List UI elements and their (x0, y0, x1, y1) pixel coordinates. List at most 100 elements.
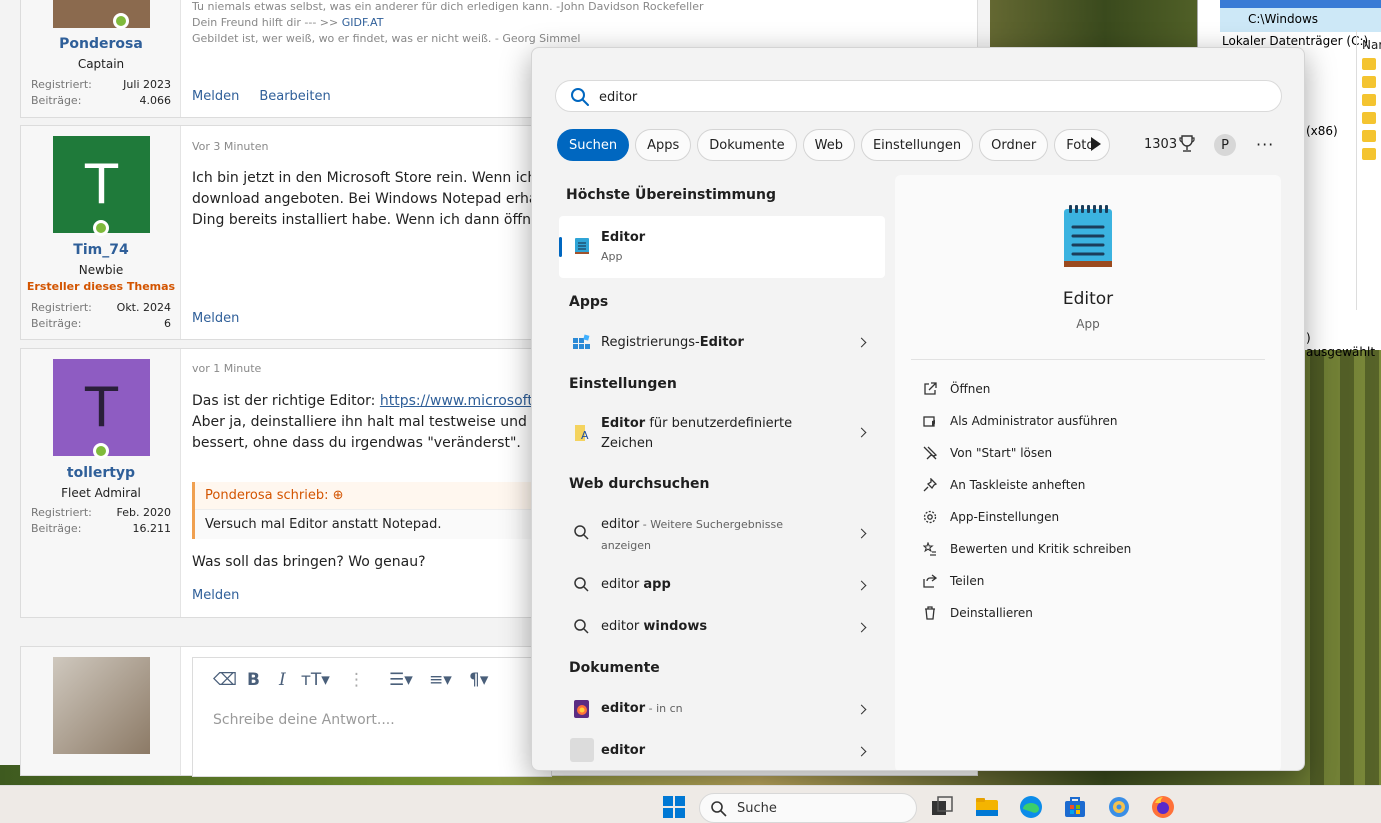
avatar[interactable]: T (53, 136, 150, 233)
trophy-icon[interactable] (1179, 135, 1195, 153)
more-vertical-icon[interactable]: ⋮ (348, 670, 365, 690)
align-icon[interactable]: ≡▾ (429, 670, 452, 690)
windows-start-icon[interactable] (662, 795, 686, 819)
profile-avatar[interactable]: P (1214, 134, 1236, 156)
avatar[interactable] (53, 0, 150, 28)
post-user-panel: Ponderosa Captain Registriert: Juli 2023… (21, 0, 181, 117)
task-view-icon[interactable] (930, 795, 954, 819)
document-result-editor[interactable]: editor (559, 735, 885, 769)
edge-browser-icon[interactable] (1019, 795, 1043, 819)
action-label: Als Administrator ausführen (950, 414, 1118, 428)
svg-text:A: A (581, 429, 589, 442)
action-share[interactable]: Teilen (921, 569, 1261, 593)
web-result-editor-app[interactable]: editor app (559, 569, 885, 603)
user-rank: Captain (77, 57, 125, 71)
filter-tab-documents[interactable]: Dokumente (697, 129, 797, 161)
username[interactable]: Ponderosa (21, 36, 181, 52)
settings-result-text: für benutzerdefinierte (645, 416, 793, 431)
quote-author[interactable]: Ponderosa schrieb: ⊕ (195, 482, 552, 510)
edit-link[interactable]: Bearbeiten (259, 89, 330, 104)
web-result-text: editor (601, 577, 644, 592)
web-result-more[interactable]: editor - Weitere Suchergebnisse anzeigen (559, 510, 885, 556)
action-uninstall[interactable]: Deinstallieren (921, 601, 1261, 625)
action-label: Teilen (950, 574, 985, 588)
registered-value: Juli 2023 (123, 78, 171, 91)
trash-icon (921, 604, 939, 622)
filter-tab-photos[interactable]: Foto (1054, 129, 1111, 161)
search-icon (571, 88, 589, 106)
user-registered: Registriert: Feb. 2020 (31, 506, 171, 519)
folder-icon (1362, 130, 1376, 142)
file-explorer-icon[interactable] (975, 795, 999, 819)
web-result-text: - Weitere Suchergebnisse (639, 518, 783, 531)
filter-tab-web[interactable]: Web (802, 129, 855, 161)
chevron-right-icon (856, 427, 867, 438)
post-link[interactable]: https://www.microsoft.co (380, 393, 554, 409)
taskbar-search[interactable]: Suche (699, 793, 917, 823)
filter-tab-apps[interactable]: Apps (635, 129, 692, 161)
detail-app-name: Editor (1062, 289, 1114, 309)
action-label: Von "Start" lösen (950, 446, 1053, 460)
posts-label: Beiträge: (31, 94, 82, 107)
report-link[interactable]: Melden (192, 588, 239, 603)
text-size-icon[interactable]: тT▾ (301, 670, 330, 690)
app-result-highlight: Editor (699, 335, 744, 350)
web-result-editor-windows[interactable]: editor windows (559, 611, 885, 645)
filter-tab-settings[interactable]: Einstellungen (860, 129, 974, 161)
post-timestamp[interactable]: vor 1 Minute (192, 362, 261, 375)
explorer-file-column (1356, 30, 1381, 310)
folder-icon (1362, 112, 1376, 124)
post-timestamp[interactable]: Vor 3 Minuten (192, 140, 268, 153)
report-link[interactable]: Melden (192, 311, 239, 326)
action-open[interactable]: Öffnen (921, 377, 1261, 401)
explorer-folder-title[interactable]: C:\Windows (1220, 8, 1381, 32)
avatar[interactable] (53, 657, 150, 754)
action-pin-taskbar[interactable]: An Taskleiste anheften (921, 473, 1261, 497)
web-result-highlight: app (643, 577, 671, 592)
chevron-right-icon (856, 622, 867, 633)
registered-label: Registriert: (31, 78, 92, 91)
search-input[interactable] (599, 87, 1259, 107)
reply-editor-box[interactable]: ⌫ B I тT▾ ⋮ ☰▾ ≡▾ ¶▾ Schreibe deine Antw… (192, 657, 552, 777)
bold-icon[interactable]: B (247, 670, 260, 690)
app-result-registry-editor[interactable]: Registrierungs-Editor (559, 326, 885, 360)
more-options-icon[interactable]: ··· (1256, 135, 1274, 154)
filter-tab-folders[interactable]: Ordner (979, 129, 1049, 161)
post-actions: Melden (192, 588, 239, 603)
list-icon[interactable]: ☰▾ (389, 670, 413, 690)
microsoft-store-icon[interactable] (1063, 795, 1087, 819)
best-match-result[interactable]: Editor App (559, 216, 885, 278)
document-result-highlight: editor (601, 701, 646, 716)
reply-placeholder[interactable]: Schreibe deine Antwort.... (213, 712, 395, 728)
action-app-settings[interactable]: App-Einstellungen (921, 505, 1261, 529)
settings-app-icon[interactable] (1107, 795, 1131, 819)
italic-icon[interactable]: I (279, 670, 286, 690)
open-icon (921, 380, 939, 398)
eraser-icon[interactable]: ⌫ (213, 670, 237, 690)
start-search-box[interactable] (555, 80, 1282, 112)
rewards-points[interactable]: 1303 (1144, 137, 1177, 152)
post-text-line: download angeboten. Bei Windows Notepad … (192, 191, 547, 207)
arrow-up-circle-icon[interactable]: ⊕ (333, 488, 344, 503)
action-unpin-start[interactable]: Von "Start" lösen (921, 441, 1261, 465)
signature-link[interactable]: GIDF.AT (342, 16, 384, 29)
filter-tab-search[interactable]: Suchen (557, 129, 630, 161)
action-run-as-admin[interactable]: Als Administrator ausführen (921, 409, 1261, 433)
paragraph-icon[interactable]: ¶▾ (469, 670, 488, 690)
username[interactable]: tollertyp (21, 465, 181, 481)
settings-result-character-editor[interactable]: A Editor für benutzerdefinierte Zeichen (559, 408, 885, 458)
firefox-icon[interactable] (1151, 795, 1175, 819)
username[interactable]: Tim_74 (21, 242, 181, 258)
report-link[interactable]: Melden (192, 89, 239, 104)
avatar[interactable]: T (53, 359, 150, 456)
post-text: Das ist der richtige Editor: (192, 393, 380, 409)
explorer-name-column-header[interactable]: Nar (1362, 38, 1381, 52)
explorer-drive-label[interactable]: Lokaler Datenträger (C:) (1222, 34, 1368, 48)
document-result-firefox[interactable]: editor - in cn (559, 693, 885, 727)
action-rate-review[interactable]: Bewerten und Kritik schreiben (921, 537, 1261, 561)
post-text-line: Aber ja, deinstalliere ihn halt mal test… (192, 414, 557, 430)
post-text-line: Ding bereits installiert habe. Wenn ich … (192, 212, 558, 228)
play-icon[interactable] (1091, 137, 1101, 151)
posts-value: 4.066 (139, 94, 172, 107)
post-actions: Melden (192, 311, 239, 326)
